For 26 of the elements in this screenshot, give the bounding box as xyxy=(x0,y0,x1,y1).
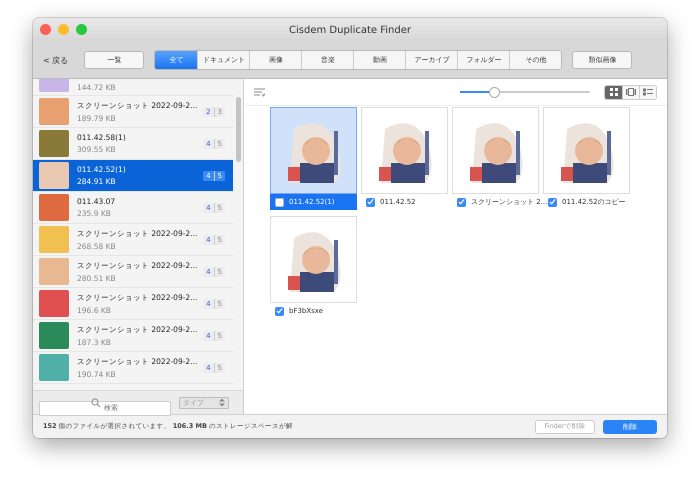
checkbox[interactable] xyxy=(275,198,284,206)
search-icon xyxy=(91,398,101,408)
thumbnail-placeholder xyxy=(39,290,69,317)
grid-view-icon[interactable] xyxy=(605,86,622,98)
list-view-icon[interactable] xyxy=(639,86,656,98)
checkbox[interactable] xyxy=(457,198,466,206)
close-icon[interactable] xyxy=(40,24,51,35)
thumbnail-placeholder xyxy=(39,79,69,92)
thumbnail-placeholder xyxy=(39,194,69,221)
thumbnail-placeholder xyxy=(39,130,69,157)
thumbnail-placeholder xyxy=(39,354,69,381)
back-link[interactable]: < 戻る xyxy=(43,54,74,66)
filmstrip-view-icon[interactable] xyxy=(622,86,639,98)
window-title: Cisdem Duplicate Finder xyxy=(289,24,411,36)
checkbox[interactable] xyxy=(275,306,284,316)
sort-icon[interactable] xyxy=(254,88,265,96)
thumbnail-placeholder xyxy=(39,162,69,189)
thumbnail-placeholder xyxy=(39,98,69,125)
thumbnail-placeholder xyxy=(39,226,69,253)
zoom-slider[interactable] xyxy=(460,86,590,98)
checkbox[interactable] xyxy=(366,198,375,206)
scrollbar[interactable] xyxy=(236,97,241,162)
thumbnail-placeholder xyxy=(39,322,69,349)
checkbox[interactable] xyxy=(548,198,557,206)
updown-icon xyxy=(219,398,225,407)
thumbnail-placeholder xyxy=(39,258,69,285)
